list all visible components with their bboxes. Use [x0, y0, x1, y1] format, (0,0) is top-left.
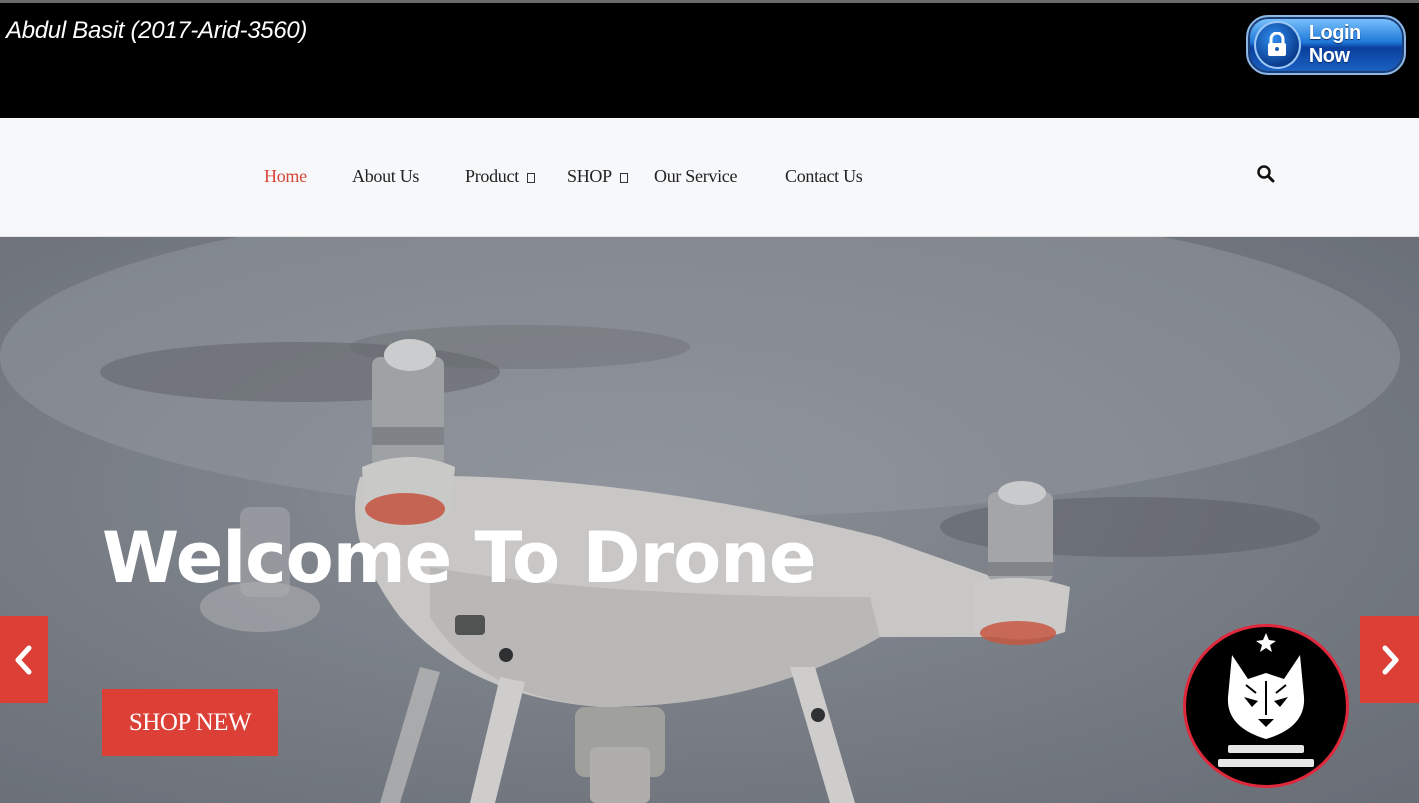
author-label: Abdul Basit (2017-Arid-3560): [6, 17, 308, 44]
shop-new-button[interactable]: SHOP NEW: [102, 689, 278, 756]
nav-product[interactable]: Product: [465, 166, 535, 187]
nav-about-us[interactable]: About Us: [352, 166, 419, 187]
nav-shop[interactable]: SHOP: [567, 166, 628, 187]
nav-contact-us[interactable]: Contact Us: [785, 166, 863, 187]
login-label: Login Now: [1308, 22, 1361, 67]
dropdown-icon: [619, 172, 628, 183]
wolf-icon: [1218, 633, 1314, 767]
hero-title: Welcome To Drone: [102, 517, 816, 599]
lock-icon: [1254, 21, 1301, 69]
nav-our-service[interactable]: Our Service: [654, 166, 737, 187]
nav-home[interactable]: Home: [264, 166, 307, 187]
nav-product-label: Product: [465, 166, 519, 186]
chevron-left-icon: [15, 645, 32, 674]
chevron-right-icon: [1382, 645, 1398, 674]
main-navigation: Home About Us Product SHOP Our Service C…: [0, 118, 1419, 237]
slider-next-button[interactable]: [1360, 616, 1419, 703]
slider-prev-button[interactable]: [0, 616, 48, 703]
wolf-technology-logo: [1183, 624, 1349, 788]
login-button[interactable]: Login Now: [1246, 15, 1406, 75]
hero-slider: Welcome To Drone SHOP NEW: [0, 237, 1419, 803]
nav-shop-label: SHOP: [567, 166, 612, 186]
search-icon[interactable]: [1256, 164, 1276, 184]
dropdown-icon: [526, 172, 535, 183]
top-header-bar: Abdul Basit (2017-Arid-3560) Login Now: [0, 0, 1419, 118]
